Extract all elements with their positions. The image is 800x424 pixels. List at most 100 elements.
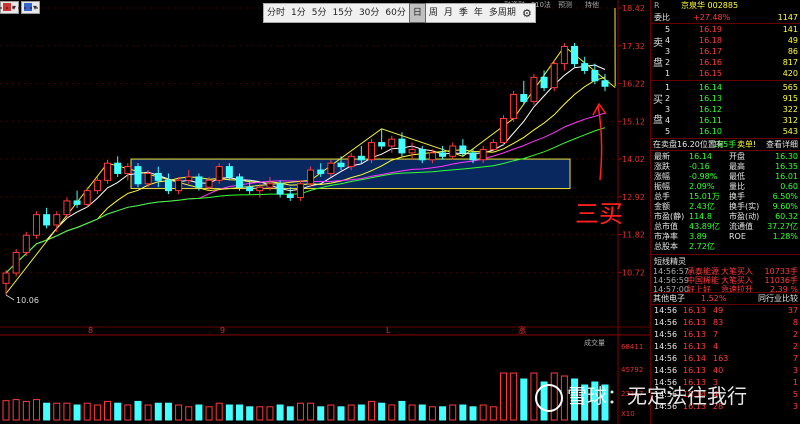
y-tick-label: 14.02 bbox=[622, 155, 645, 164]
watermark: 雪球：无定法往我行 bbox=[535, 380, 747, 412]
volume-bar bbox=[236, 404, 244, 421]
period-10[interactable]: 年 bbox=[471, 4, 486, 22]
cell: 7 bbox=[792, 354, 798, 363]
cell: 322 bbox=[782, 105, 798, 114]
volume-bar bbox=[449, 404, 457, 421]
candle-body bbox=[134, 166, 142, 185]
candle-body bbox=[388, 138, 396, 147]
volume-bar bbox=[347, 404, 355, 421]
period-2[interactable]: 5分 bbox=[309, 4, 330, 22]
candle-body bbox=[256, 186, 264, 192]
volume-bar bbox=[246, 406, 254, 421]
cell: 915 bbox=[782, 94, 798, 103]
cell: 14:56 bbox=[654, 318, 678, 327]
y-tick-label: 17.32 bbox=[622, 42, 645, 51]
candle-body bbox=[124, 166, 132, 174]
volume-bar bbox=[337, 406, 345, 421]
volume-bar bbox=[43, 402, 51, 421]
cell: 16.18 bbox=[699, 36, 722, 45]
period-0[interactable]: 分时 bbox=[264, 4, 288, 22]
candle-body bbox=[164, 179, 172, 192]
cell: 1147 bbox=[777, 13, 798, 22]
period-4[interactable]: 30分 bbox=[356, 4, 382, 22]
candle-body bbox=[32, 214, 40, 236]
candle-body bbox=[205, 179, 213, 188]
kline-chart[interactable]: 18.42 17.32 16.22 15.12 14.02 12.92 11.82 10.72… bbox=[0, 0, 650, 424]
candle-body bbox=[175, 179, 183, 192]
volume-bar bbox=[215, 402, 223, 421]
candle-body bbox=[296, 183, 304, 199]
candle-body bbox=[144, 172, 152, 185]
ma30-line bbox=[5, 127, 606, 274]
candle-body bbox=[489, 142, 497, 150]
volume-bar bbox=[510, 372, 518, 421]
volume-bar bbox=[307, 402, 315, 421]
cell: 4 bbox=[665, 116, 671, 125]
candle-body bbox=[540, 76, 548, 89]
date-marker: L bbox=[386, 326, 391, 335]
candle-body bbox=[246, 186, 254, 192]
volume-bar bbox=[32, 399, 40, 421]
cell: 86 bbox=[787, 47, 798, 56]
period-3[interactable]: 15分 bbox=[329, 4, 355, 22]
volume-bar bbox=[469, 406, 477, 421]
right-panel: R 京泉华 002885 委比 +27.48% 1147 卖盘 5 16.19 141 4 16.1… bbox=[650, 0, 800, 424]
volume-bar bbox=[489, 406, 497, 421]
candle-body bbox=[367, 142, 375, 161]
period-11[interactable]: 多周期 bbox=[486, 4, 519, 22]
period-8[interactable]: 月 bbox=[441, 4, 456, 22]
volume-bar bbox=[367, 400, 375, 421]
tick-row: 14:56 16.13 49 37 bbox=[651, 305, 800, 316]
volume-bar bbox=[408, 404, 416, 421]
cell: +27.48% bbox=[693, 13, 731, 22]
candle-body bbox=[154, 172, 162, 181]
volume-bar bbox=[378, 402, 386, 421]
candle-body bbox=[408, 148, 416, 154]
volume-bar bbox=[459, 404, 467, 421]
cell: 京泉华 002885 bbox=[681, 1, 739, 10]
cell: 565 bbox=[782, 83, 798, 92]
cell: 49 bbox=[713, 306, 724, 315]
cell: 3 bbox=[665, 47, 671, 56]
volume-tick-label: 68411 bbox=[621, 343, 643, 351]
candle-body bbox=[225, 166, 233, 178]
cell: 185手 bbox=[713, 140, 737, 149]
volume-bar bbox=[124, 404, 132, 421]
candle-body bbox=[2, 272, 10, 284]
stock-title: R 京泉华 002885 bbox=[651, 0, 800, 11]
cell: 2 bbox=[792, 342, 798, 351]
candle-body bbox=[63, 200, 71, 216]
low-pointer bbox=[5, 294, 15, 301]
candle-body bbox=[276, 183, 284, 195]
y-tick-label: 15.12 bbox=[622, 117, 645, 126]
period-6[interactable]: 日 bbox=[408, 3, 426, 23]
period-7[interactable]: 周 bbox=[426, 4, 441, 22]
volume-bar bbox=[185, 406, 193, 421]
cell: 2 bbox=[665, 94, 671, 103]
volume-bar bbox=[12, 399, 20, 421]
candle-body bbox=[53, 214, 61, 226]
candle-body bbox=[347, 155, 355, 168]
xueqiu-logo-icon bbox=[535, 383, 563, 412]
volume-tick-label: 45792 bbox=[621, 366, 643, 374]
period-5[interactable]: 60分 bbox=[382, 4, 408, 22]
period-9[interactable]: 季 bbox=[456, 4, 471, 22]
volume-bar bbox=[266, 406, 274, 421]
candle-body bbox=[428, 152, 436, 161]
cell: 16.19 bbox=[699, 25, 722, 34]
cell: 16.10 bbox=[699, 127, 722, 136]
cell: 总股本 bbox=[654, 242, 678, 251]
cell: 16.15 bbox=[699, 69, 722, 78]
gear-icon[interactable]: ⚙ bbox=[519, 7, 535, 20]
cell: 16.13 bbox=[699, 94, 722, 103]
volume-bar bbox=[134, 400, 142, 421]
buy-row: 3 16.12 322 bbox=[651, 104, 800, 115]
period-1[interactable]: 1分 bbox=[288, 4, 309, 22]
cell: 1 bbox=[665, 69, 671, 78]
volume-bar bbox=[327, 404, 335, 421]
volume-bar bbox=[73, 404, 81, 421]
cell: 16.14 bbox=[699, 83, 722, 92]
candle-body bbox=[581, 63, 589, 71]
candle-body bbox=[601, 80, 609, 87]
volume-bar bbox=[114, 402, 122, 421]
